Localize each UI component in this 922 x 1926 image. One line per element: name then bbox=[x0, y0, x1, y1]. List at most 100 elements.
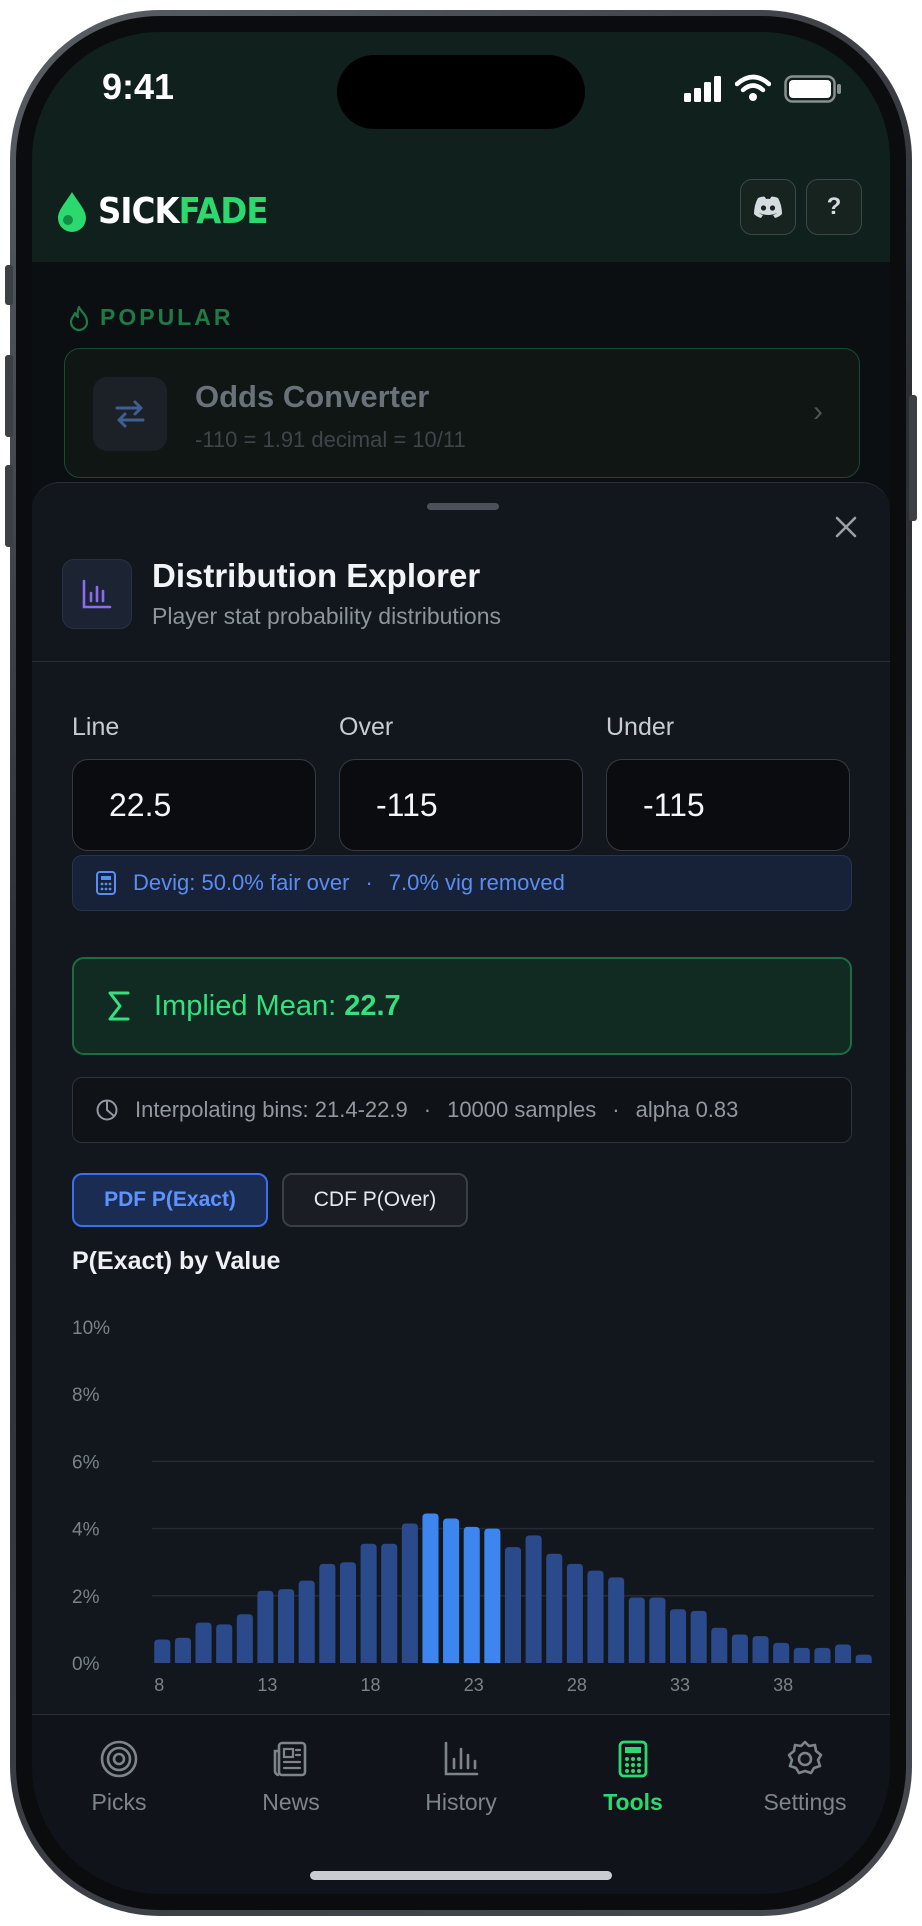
chart-title: P(Exact) by Value bbox=[72, 1247, 281, 1275]
calculator-icon bbox=[618, 1740, 648, 1778]
cdf-toggle[interactable]: CDF P(Over) bbox=[282, 1173, 468, 1227]
odds-converter-card[interactable]: Odds Converter -110 = 1.91 decimal = 10/… bbox=[64, 348, 860, 478]
y-tick-label: 8% bbox=[72, 1385, 100, 1406]
histogram-bar bbox=[319, 1563, 336, 1663]
histogram-bar bbox=[835, 1644, 852, 1663]
devig-vig-removed: 7.0% vig removed bbox=[388, 870, 565, 895]
y-tick-label: 6% bbox=[72, 1452, 100, 1473]
over-label: Over bbox=[339, 713, 394, 741]
histogram-bar bbox=[422, 1513, 439, 1663]
tab-picks[interactable]: Picks bbox=[44, 1739, 194, 1816]
tab-settings-label: Settings bbox=[763, 1789, 847, 1815]
implied-mean-value: 22.7 bbox=[344, 989, 401, 1022]
pie-chart-icon bbox=[96, 1099, 118, 1121]
under-label: Under bbox=[606, 713, 675, 741]
y-tick-label: 2% bbox=[72, 1587, 100, 1608]
home-indicator[interactable] bbox=[310, 1871, 612, 1880]
mute-switch bbox=[5, 265, 13, 305]
discord-icon bbox=[754, 196, 782, 218]
histogram-bar bbox=[236, 1614, 253, 1663]
flame-icon bbox=[69, 305, 89, 331]
histogram-bar bbox=[504, 1547, 522, 1663]
odds-converter-icon-tile bbox=[93, 377, 167, 451]
close-icon[interactable] bbox=[832, 513, 860, 541]
x-tick-label: 23 bbox=[464, 1675, 484, 1695]
signal-icon bbox=[684, 76, 721, 102]
tab-tools[interactable]: Tools bbox=[558, 1739, 708, 1816]
line-input[interactable]: 22.5 bbox=[72, 759, 316, 851]
implied-mean-banner: Implied Mean: 22.7 bbox=[72, 957, 852, 1055]
x-tick-label: 18 bbox=[361, 1675, 381, 1695]
popular-section-header: POPULAR bbox=[68, 304, 233, 331]
swap-arrows-icon bbox=[115, 400, 145, 428]
tab-history[interactable]: History bbox=[386, 1739, 536, 1816]
histogram-bar bbox=[711, 1627, 728, 1663]
histogram-bar bbox=[298, 1580, 315, 1663]
histogram-bar bbox=[484, 1528, 501, 1663]
devig-fair-over: Devig: 50.0% fair over bbox=[133, 870, 350, 895]
tab-news[interactable]: News bbox=[216, 1739, 366, 1816]
histogram-bar bbox=[690, 1610, 707, 1663]
help-button[interactable]: ? bbox=[806, 179, 862, 235]
sheet-grabber[interactable] bbox=[427, 503, 499, 510]
x-tick-label: 13 bbox=[257, 1675, 277, 1695]
histogram-bar bbox=[566, 1563, 583, 1663]
histogram-bar bbox=[773, 1642, 790, 1663]
interp-bins: Interpolating bins: 21.4-22.9 bbox=[135, 1097, 408, 1122]
sheet-subtitle: Player stat probability distributions bbox=[152, 603, 501, 629]
histogram-bar bbox=[216, 1624, 233, 1663]
power-button bbox=[909, 395, 917, 521]
dynamic-island bbox=[337, 55, 585, 129]
histogram-bar bbox=[174, 1637, 191, 1663]
brand-part-1: SICK bbox=[98, 190, 180, 232]
histogram-bar bbox=[546, 1553, 563, 1663]
histogram-bar bbox=[793, 1647, 810, 1663]
target-icon bbox=[100, 1740, 138, 1778]
brand-part-2: FADE bbox=[178, 190, 269, 232]
histogram-bar bbox=[360, 1543, 377, 1663]
line-label: Line bbox=[72, 713, 120, 741]
gear-icon bbox=[787, 1740, 823, 1775]
interpolation-info: Interpolating bins: 21.4-22.9 · 10000 sa… bbox=[72, 1077, 852, 1143]
tab-settings[interactable]: Settings bbox=[730, 1739, 880, 1816]
histogram-bar bbox=[525, 1535, 542, 1663]
histogram-bar bbox=[752, 1636, 769, 1663]
histogram-bar bbox=[669, 1609, 687, 1663]
distribution-icon-tile bbox=[62, 559, 132, 629]
devig-separator: · bbox=[365, 870, 373, 895]
battery-icon bbox=[784, 75, 841, 103]
interp-samples: 10000 samples bbox=[447, 1097, 597, 1122]
over-odds-input[interactable]: -115 bbox=[339, 759, 583, 851]
tab-history-label: History bbox=[425, 1789, 497, 1815]
histogram-bar bbox=[381, 1543, 398, 1663]
devig-banner: Devig: 50.0% fair over · 7.0% vig remove… bbox=[72, 855, 852, 911]
pdf-toggle[interactable]: PDF P(Exact) bbox=[72, 1173, 268, 1227]
popular-label: POPULAR bbox=[100, 304, 234, 330]
odds-converter-subtitle: -110 = 1.91 decimal = 10/11 bbox=[195, 427, 466, 452]
drop-icon bbox=[58, 192, 86, 232]
screen: 9:41 SICKFADE ? POPULAR Odds Converter -… bbox=[32, 32, 890, 1894]
histogram-bar bbox=[195, 1622, 212, 1663]
histogram-bar bbox=[855, 1654, 872, 1663]
tab-picks-label: Picks bbox=[91, 1789, 147, 1815]
tab-tools-label: Tools bbox=[603, 1789, 663, 1815]
histogram-bar bbox=[628, 1597, 645, 1663]
implied-mean-label: Implied Mean: bbox=[154, 989, 337, 1022]
y-tick-label: 4% bbox=[72, 1520, 100, 1541]
interp-sep-1: · bbox=[423, 1097, 432, 1122]
histogram-bar bbox=[257, 1590, 274, 1663]
discord-button[interactable] bbox=[740, 179, 796, 235]
status-bar: 9:41 bbox=[32, 32, 890, 152]
distribution-chart: 10% 8% 6% 4% 2% 0% 8 13 18 23 28 33 38 bbox=[72, 1318, 874, 1695]
under-odds-input[interactable]: -115 bbox=[606, 759, 850, 851]
status-time: 9:41 bbox=[102, 66, 175, 107]
histogram-bar bbox=[154, 1639, 171, 1663]
distribution-explorer-sheet: Distribution Explorer Player stat probab… bbox=[32, 482, 890, 1763]
brand-logo[interactable]: SICKFADE bbox=[56, 185, 286, 237]
calculator-icon bbox=[96, 871, 116, 895]
chevron-right-icon: › bbox=[813, 395, 823, 428]
histogram-bar bbox=[339, 1562, 357, 1663]
sigma-icon bbox=[108, 991, 130, 1021]
x-tick-label: 38 bbox=[773, 1675, 793, 1695]
x-tick-label: 8 bbox=[154, 1675, 164, 1695]
